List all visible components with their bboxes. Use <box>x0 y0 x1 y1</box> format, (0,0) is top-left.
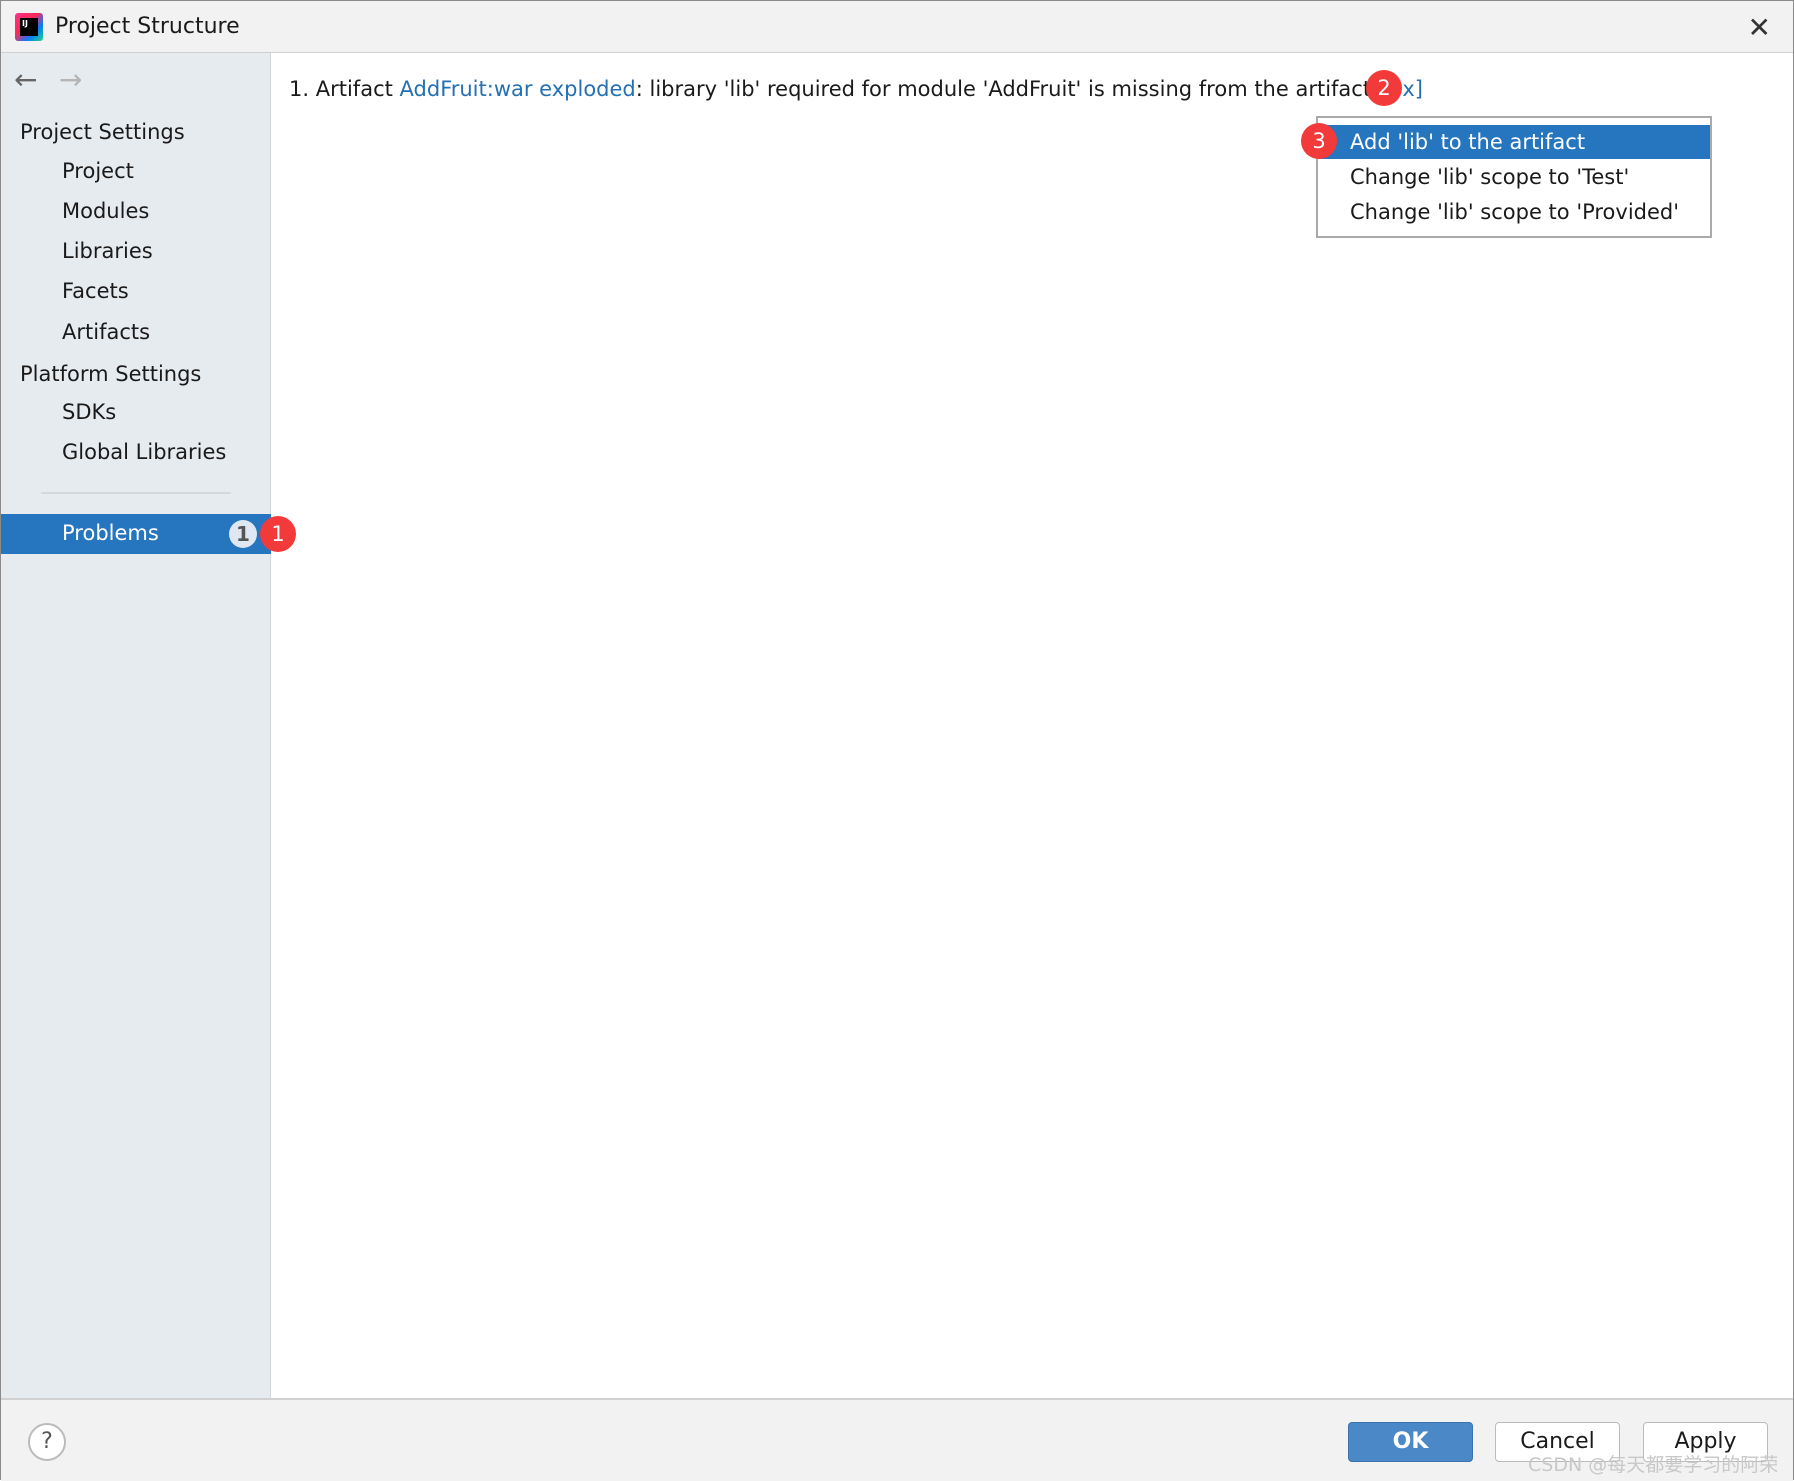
problems-count-badge: 1 <box>229 520 257 548</box>
annotation-marker-3: 3 <box>1301 123 1337 159</box>
section-project-settings: Project Settings <box>20 120 185 144</box>
problem-index: 1. <box>289 77 310 101</box>
sidebar-item-libraries[interactable]: Libraries <box>62 239 153 263</box>
annotation-marker-2: 2 <box>1366 70 1402 106</box>
title-bar: IJ Project Structure ✕ <box>1 1 1793 53</box>
footer: ? OK Cancel Apply CSDN @每天都要学习的阿荣 <box>1 1398 1793 1481</box>
divider <box>41 492 231 494</box>
section-platform-settings: Platform Settings <box>20 362 202 386</box>
forward-arrow-icon[interactable]: → <box>59 63 82 96</box>
sidebar-item-modules[interactable]: Modules <box>62 199 149 223</box>
problems-label: Problems <box>62 521 159 545</box>
sidebar-item-project[interactable]: Project <box>62 159 134 183</box>
sidebar-item-facets[interactable]: Facets <box>62 279 129 303</box>
menu-item-scope-provided[interactable]: Change 'lib' scope to 'Provided' <box>1318 195 1710 229</box>
help-button[interactable]: ? <box>28 1423 66 1461</box>
ok-button[interactable]: OK <box>1348 1422 1473 1462</box>
intellij-logo-icon: IJ <box>15 13 43 41</box>
sidebar-item-artifacts[interactable]: Artifacts <box>62 320 150 344</box>
back-arrow-icon[interactable]: ← <box>14 63 37 96</box>
problem-prefix: Artifact <box>315 77 393 101</box>
artifact-link[interactable]: AddFruit:war exploded <box>400 77 636 101</box>
sidebar-item-sdks[interactable]: SDKs <box>62 400 116 424</box>
watermark: CSDN @每天都要学习的阿荣 <box>1528 1454 1779 1476</box>
menu-item-scope-test[interactable]: Change 'lib' scope to 'Test' <box>1318 160 1710 194</box>
close-icon[interactable]: ✕ <box>1748 11 1771 44</box>
fix-options-menu: Add 'lib' to the artifact Change 'lib' s… <box>1316 116 1712 238</box>
window-title: Project Structure <box>55 14 240 39</box>
problem-message: 1. Artifact AddFruit:war exploded: libra… <box>289 77 1423 101</box>
sidebar: ← → Project Settings Project Modules Lib… <box>1 53 271 1398</box>
menu-item-add-lib[interactable]: Add 'lib' to the artifact <box>1318 125 1710 159</box>
problem-text: : library 'lib' required for module 'Add… <box>635 77 1372 101</box>
sidebar-item-problems[interactable]: Problems 1 <box>1 514 271 554</box>
project-structure-dialog: IJ Project Structure ✕ ← → Project Setti… <box>0 0 1794 1481</box>
annotation-marker-1: 1 <box>260 516 296 552</box>
sidebar-item-global-libraries[interactable]: Global Libraries <box>62 440 226 464</box>
